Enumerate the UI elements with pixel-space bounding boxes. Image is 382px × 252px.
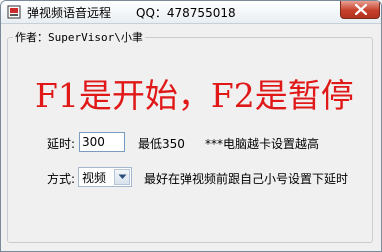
app-icon <box>7 4 21 19</box>
mode-tip: 最好在弹视频前跟自己小号设置下延时 <box>144 172 349 186</box>
mode-label: 方式: <box>47 172 76 186</box>
hotkey-headline: F1是开始，F2是暂停 <box>35 76 354 115</box>
delay-min-note: 最低350 <box>138 137 185 151</box>
window-title: 弹视频语音远程 <box>27 6 112 20</box>
delay-tip: ***电脑越卡设置越高 <box>205 137 320 151</box>
qq-number: QQ：478755018 <box>136 6 236 20</box>
mode-dropdown-button[interactable] <box>114 169 130 185</box>
mode-select[interactable]: 视频 <box>78 167 132 187</box>
delay-input[interactable] <box>79 132 125 152</box>
group-legend: 作者：SuperVisor\小聿 <box>13 29 145 45</box>
mode-select-value: 视频 <box>82 171 107 185</box>
close-icon <box>355 4 367 15</box>
chevron-down-icon <box>118 174 127 179</box>
app-window: 弹视频语音远程 QQ：478755018 作者：SuperVisor\小聿 F1… <box>0 0 382 252</box>
delay-label: 延时: <box>47 137 76 151</box>
close-button[interactable] <box>340 1 380 19</box>
title-bar[interactable]: 弹视频语音远程 QQ：478755018 <box>1 1 381 24</box>
